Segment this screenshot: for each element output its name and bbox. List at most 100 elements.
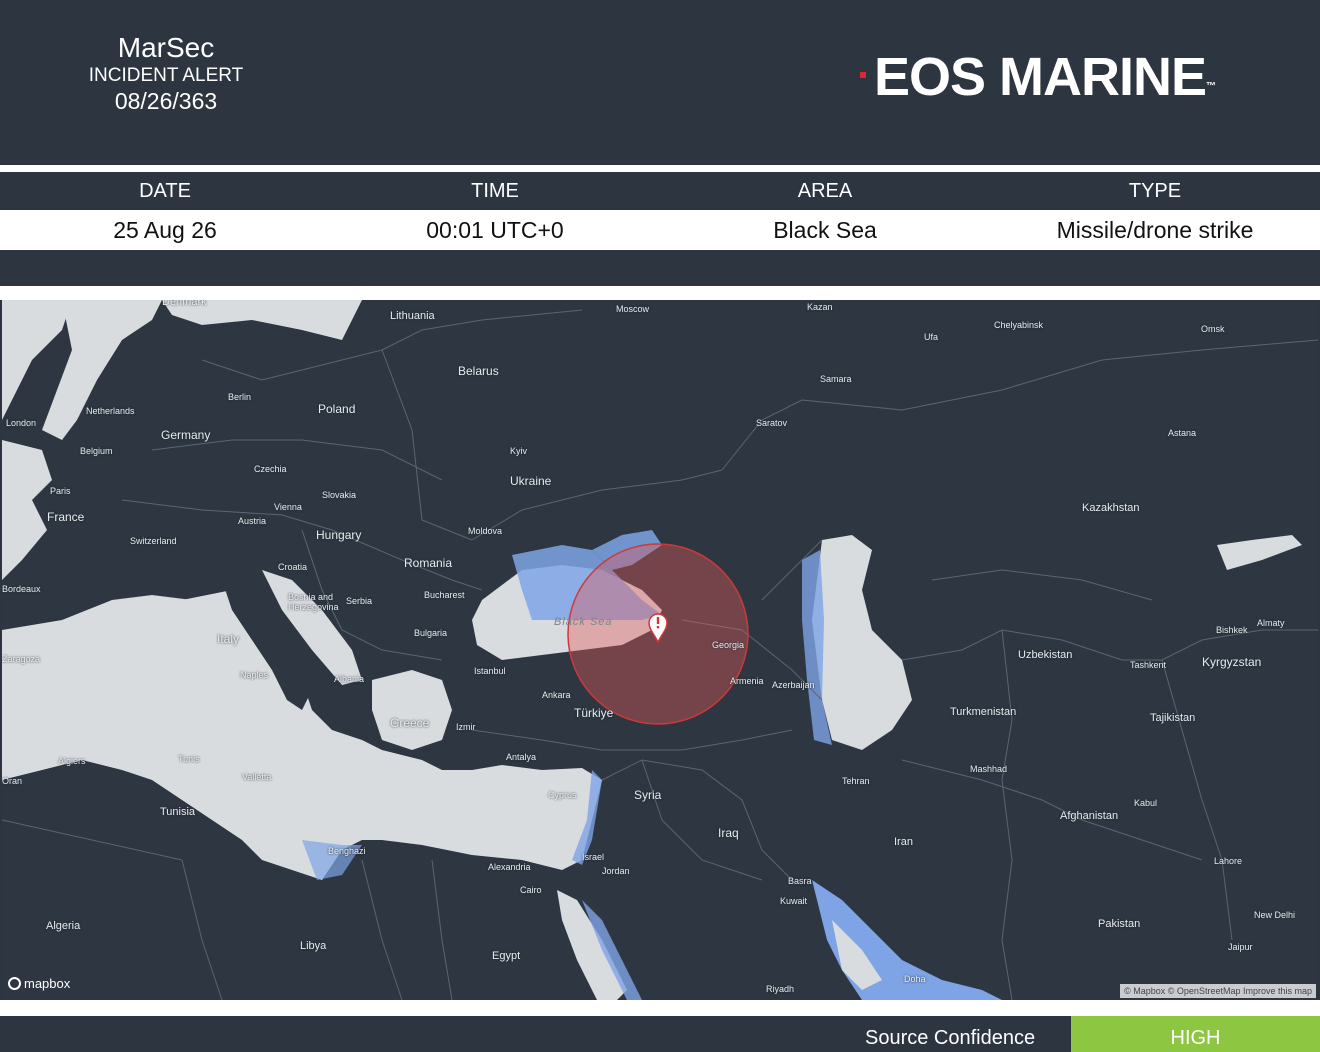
map-label: Izmir: [456, 722, 476, 732]
logo-text: EOS MARINE: [874, 47, 1207, 107]
map-label: Omsk: [1201, 324, 1225, 334]
map-label: Astana: [1168, 428, 1197, 438]
brand-block: MarSec INCIDENT ALERT 08/26/363: [60, 32, 272, 115]
map-label: Hungary: [316, 528, 362, 542]
map-label: Moldova: [468, 526, 503, 536]
col-time-header: TIME: [471, 180, 519, 202]
map-label: Tunisia: [160, 806, 196, 818]
source-confidence-bar: Source Confidence HIGH: [0, 1016, 1320, 1052]
map-label: Belgium: [80, 446, 113, 456]
map-label: Libya: [300, 940, 327, 952]
col-date-header: DATE: [139, 180, 191, 202]
map-label: Samara: [820, 374, 852, 384]
incident-alert-page: MarSec INCIDENT ALERT 08/26/363 EOS MARI…: [0, 0, 1320, 1052]
map-label: Iraq: [718, 826, 739, 840]
water-aegean: [372, 670, 452, 750]
map-label: Chelyabinsk: [994, 320, 1044, 330]
water-balkhash: [1217, 535, 1302, 570]
map-label: Lithuania: [390, 310, 435, 322]
col-area-header: AREA: [797, 180, 853, 202]
map-label: Poland: [318, 402, 356, 416]
map-label: Kabul: [1134, 798, 1158, 808]
map-label: Cyprus: [548, 790, 577, 800]
map-label: Bishkek: [1216, 625, 1248, 635]
divider-top: [0, 165, 1320, 172]
map-label: Afghanistan: [1060, 810, 1119, 822]
map-label: New Delhi: [1254, 910, 1296, 920]
incident-area: Black Sea: [773, 217, 877, 243]
map-label: Doha: [904, 974, 926, 984]
incident-time: 00:01 UTC+0: [426, 217, 564, 243]
mapbox-icon: [8, 977, 21, 990]
map-label: Kuwait: [780, 896, 808, 906]
map-label: Kazakhstan: [1082, 502, 1140, 514]
map-label: Syria: [634, 788, 662, 802]
incident-map[interactable]: Denmark Lithuania Moscow Kazan Chelyabin…: [2, 300, 1318, 1000]
map-label: Egypt: [492, 950, 521, 962]
map-label: Kyiv: [510, 446, 528, 456]
water-caspian: [812, 535, 912, 750]
col-type-header: TYPE: [1128, 180, 1182, 202]
map-label: Czechia: [254, 464, 287, 474]
map-label: Ukraine: [510, 474, 552, 488]
mapbox-label: mapbox: [24, 976, 71, 991]
map-label: Bucharest: [424, 590, 465, 600]
map-label: Jaipur: [1228, 942, 1253, 952]
logo-trademark: ™: [1206, 81, 1217, 92]
map-label: Saratov: [756, 418, 788, 428]
map-label: Algiers: [58, 756, 86, 766]
map-label: Türkiye: [574, 706, 614, 720]
map-label: Mashhad: [970, 764, 1008, 774]
source-confidence-label: Source Confidence: [865, 1027, 1036, 1049]
map-label: Georgia: [712, 640, 745, 650]
map-label: Italy: [217, 632, 240, 646]
map-attribution[interactable]: © Mapbox © OpenStreetMap Improve this ma…: [1120, 984, 1316, 998]
map-label: Tajikistan: [1150, 712, 1196, 724]
map-label: Turkmenistan: [950, 706, 1017, 718]
map-label: Naples: [240, 670, 269, 680]
incident-table-values: 25 Aug 26 00:01 UTC+0 Black Sea Missile/…: [0, 210, 1320, 250]
divider-map-bottom: [0, 1000, 1320, 1016]
map-label: Bordeaux: [2, 584, 41, 594]
map-label: Benghazi: [328, 846, 366, 856]
map-label: Serbia: [346, 596, 373, 606]
map-label: Armenia: [730, 676, 764, 686]
map-label: Kyrgyzstan: [1202, 655, 1262, 669]
map-label: Ufa: [924, 332, 939, 342]
map-label: Switzerland: [130, 536, 177, 546]
map-label: Greece: [390, 716, 430, 730]
mapbox-logo[interactable]: mapbox: [8, 976, 70, 991]
source-confidence-value: HIGH: [1071, 1016, 1320, 1052]
map-label: Bosnia and Herzegovina: [288, 592, 339, 612]
divider-map-top: [0, 286, 1320, 300]
map-label: Tashkent: [1130, 660, 1167, 670]
map-label: Paris: [50, 486, 71, 496]
map-label: Moscow: [616, 304, 650, 314]
eos-marine-logo: EOS MARINE™: [824, 46, 1234, 108]
map-label: Vienna: [274, 502, 302, 512]
map-label: Valletta: [242, 772, 272, 782]
map-label: Antalya: [506, 752, 537, 762]
map-label: Albania: [334, 674, 365, 684]
map-label: Tunis: [178, 754, 200, 764]
map-label: Oran: [2, 776, 23, 786]
map-label: Uzbekistan: [1018, 649, 1073, 661]
map-label: Bulgaria: [414, 628, 448, 638]
map-label: Ankara: [542, 690, 571, 700]
map-label: Berlin: [228, 392, 252, 402]
map-label: London: [6, 418, 37, 428]
map-svg: [2, 300, 1318, 1000]
map-label: Belarus: [458, 364, 499, 378]
map-label: Jordan: [602, 866, 630, 876]
map-label: Istanbul: [474, 666, 506, 676]
brand-subtitle: INCIDENT ALERT: [88, 65, 244, 86]
map-label: Denmark: [162, 300, 207, 308]
map-label: France: [47, 510, 85, 524]
map-label: Romania: [404, 556, 453, 570]
map-label: Croatia: [278, 562, 308, 572]
map-label: Azerbaijan: [772, 680, 815, 690]
map-label: Alexandria: [488, 862, 531, 872]
map-label: Almaty: [1257, 618, 1285, 628]
incident-type: Missile/drone strike: [1056, 217, 1254, 243]
map-label: Netherlands: [86, 406, 135, 416]
